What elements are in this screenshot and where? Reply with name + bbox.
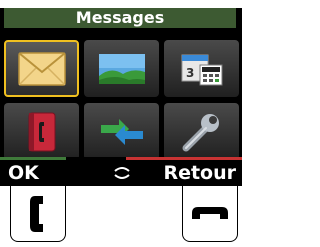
address-book-icon [28, 112, 55, 151]
screen-title: Messages [4, 8, 236, 28]
softkey-back[interactable]: Retour [163, 162, 236, 184]
navigation-updown-icon [114, 167, 130, 179]
picture-landscape-icon [98, 53, 145, 84]
softkey-left-underline [0, 157, 66, 160]
menu-item-messages[interactable] [4, 40, 79, 97]
hangup-icon [192, 206, 228, 219]
softkey-bar: OK Retour [0, 157, 242, 186]
menu-item-sync[interactable] [84, 103, 159, 160]
calendar-calculator-icon: 3 [181, 54, 222, 85]
hangup-button[interactable] [182, 186, 238, 242]
hardware-keys [0, 186, 242, 247]
menu-item-gallery[interactable] [84, 40, 159, 97]
call-button[interactable] [10, 186, 66, 242]
wrench-settings-icon [182, 113, 219, 151]
menu-item-contacts[interactable] [4, 103, 79, 160]
sync-arrows-icon [100, 118, 143, 145]
phone-screen: Messages 3 OK Retour [0, 8, 242, 186]
softkey-right-underline [126, 157, 242, 160]
menu-item-organizer[interactable]: 3 [164, 40, 239, 97]
softkey-ok[interactable]: OK [8, 162, 39, 184]
menu-grid: 3 [4, 40, 242, 160]
envelope-icon [17, 51, 66, 86]
svg-text:3: 3 [186, 66, 194, 80]
call-icon [30, 195, 43, 232]
menu-item-settings[interactable] [164, 103, 239, 160]
